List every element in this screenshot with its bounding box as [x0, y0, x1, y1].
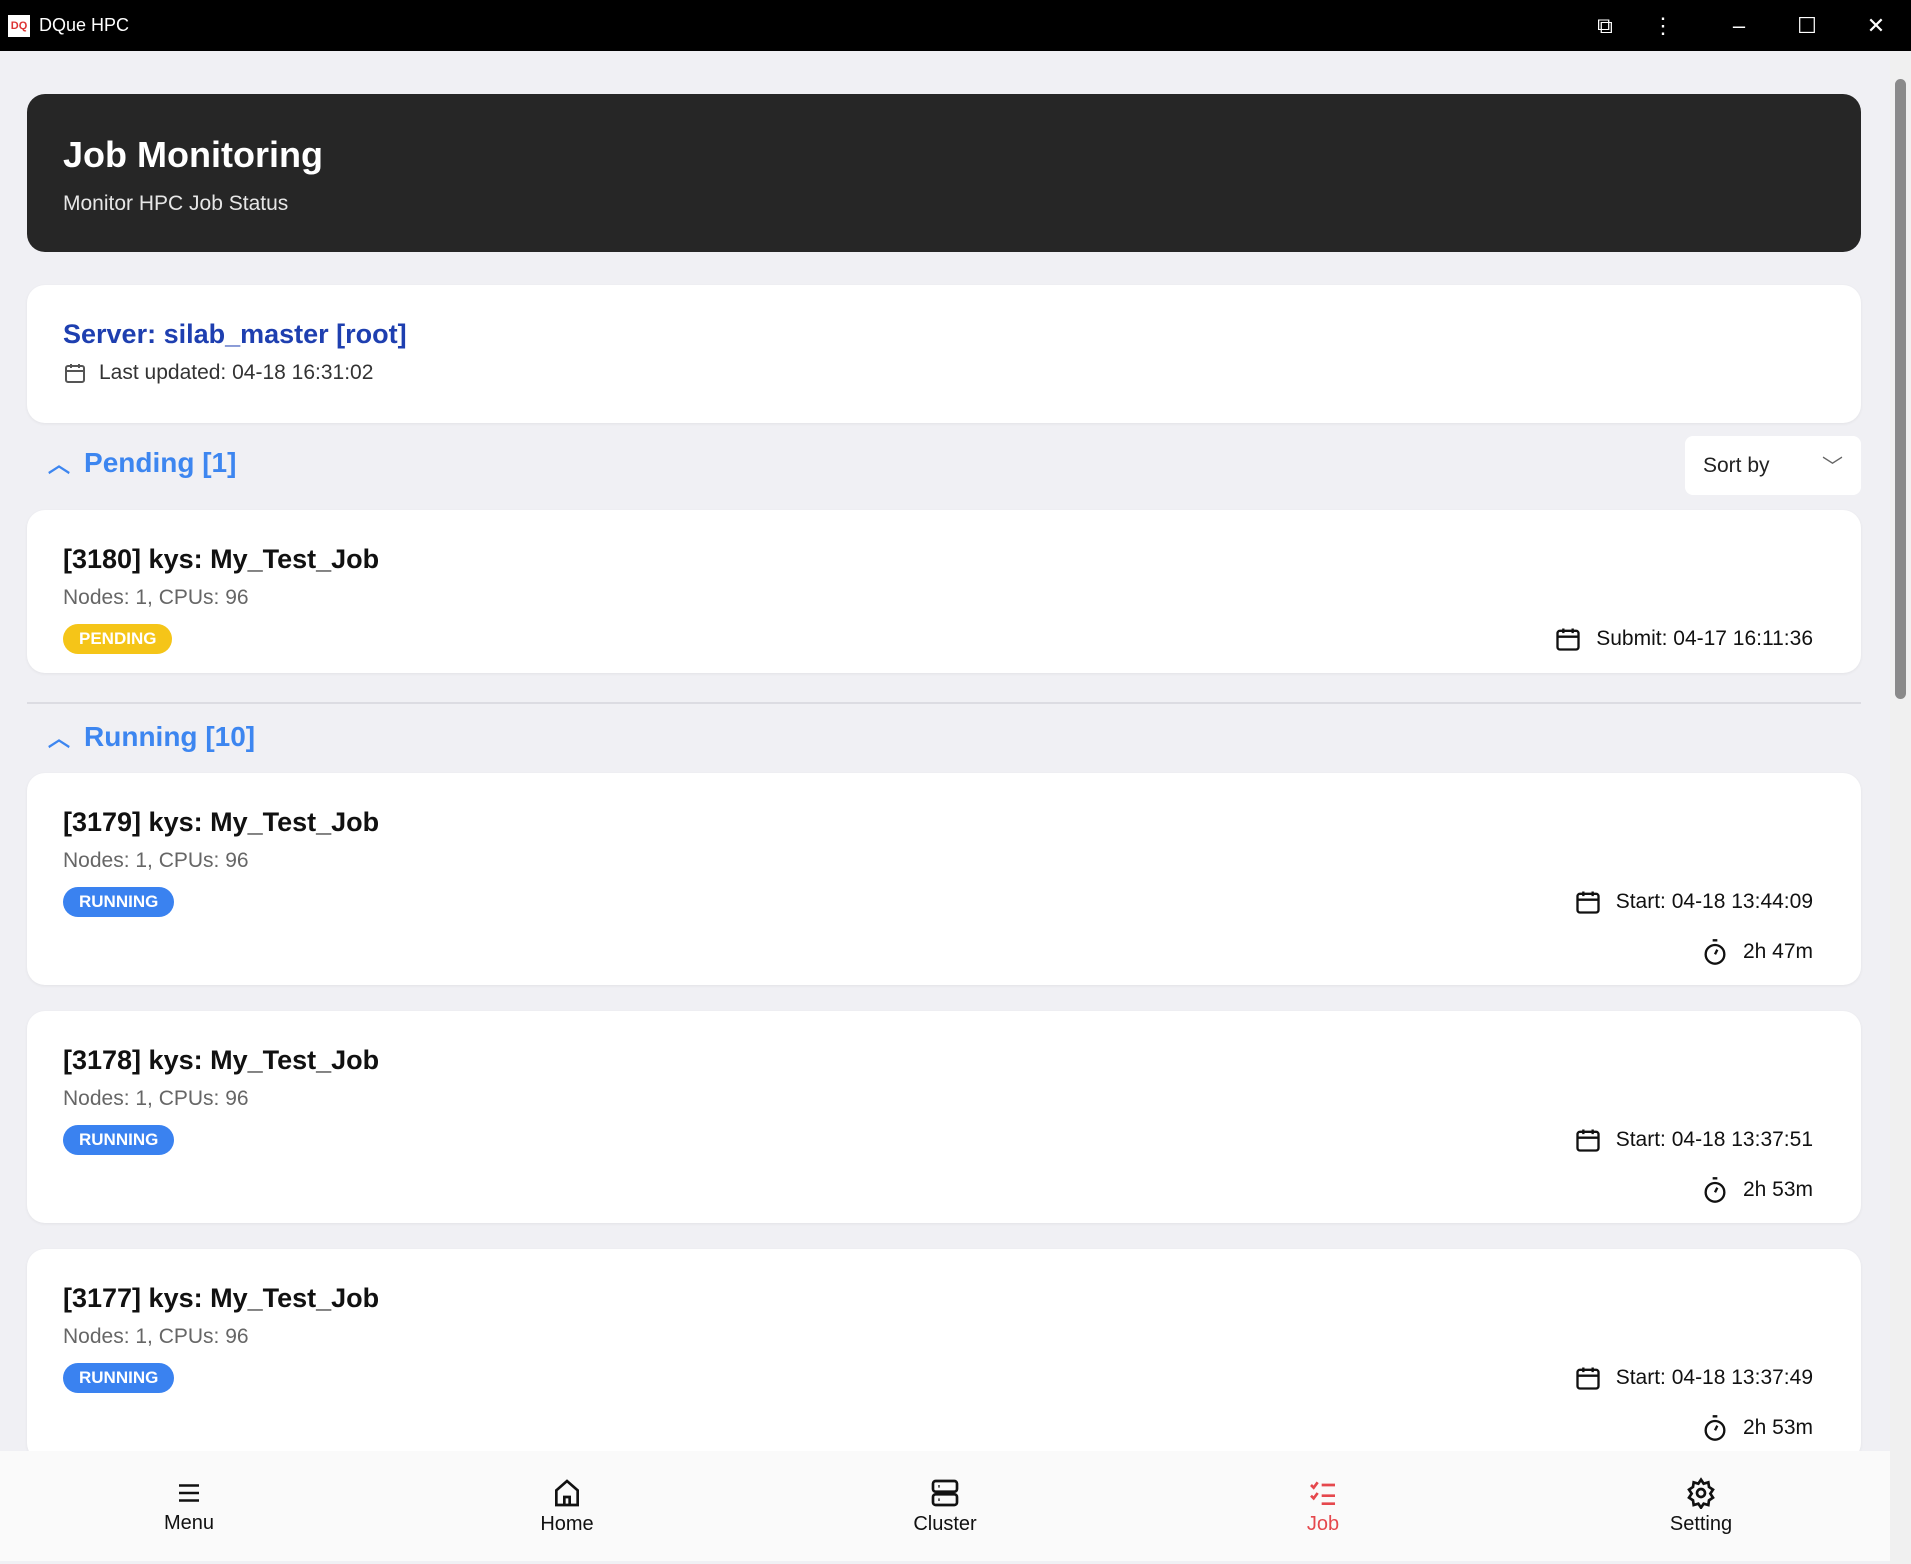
calendar-icon — [1574, 1126, 1602, 1154]
job-title: [3180] kys: My_Test_Job — [63, 544, 379, 575]
job-resources: Nodes: 1, CPUs: 96 — [63, 849, 249, 873]
status-badge: PENDING — [63, 624, 172, 654]
timer-icon — [1701, 1414, 1729, 1442]
more-icon[interactable]: ⋮ — [1638, 0, 1688, 51]
job-card[interactable]: [3179] kys: My_Test_Job Nodes: 1, CPUs: … — [27, 773, 1861, 985]
nav-menu[interactable]: Menu — [0, 1451, 378, 1561]
status-badge: RUNNING — [63, 1125, 174, 1155]
job-title: [3178] kys: My_Test_Job — [63, 1045, 379, 1076]
bottom-nav: Menu Home Cluster Job Setting — [0, 1451, 1890, 1561]
nav-cluster[interactable]: Cluster — [756, 1451, 1134, 1561]
maximize-button[interactable]: ☐ — [1782, 0, 1832, 51]
extension-icon[interactable]: ⧉ — [1580, 0, 1630, 51]
running-section-toggle[interactable]: ︿Running [10] — [48, 721, 255, 753]
job-title: [3179] kys: My_Test_Job — [63, 807, 379, 838]
calendar-icon — [1574, 1364, 1602, 1392]
job-resources: Nodes: 1, CPUs: 96 — [63, 1325, 249, 1349]
job-card[interactable]: [3178] kys: My_Test_Job Nodes: 1, CPUs: … — [27, 1011, 1861, 1223]
job-title: [3177] kys: My_Test_Job — [63, 1283, 379, 1314]
calendar-icon — [1554, 625, 1582, 653]
server-name: Server: silab_master [root] — [63, 319, 407, 350]
nav-setting[interactable]: Setting — [1512, 1451, 1890, 1561]
status-badge: RUNNING — [63, 1363, 174, 1393]
timer-icon — [1701, 938, 1729, 966]
scrollbar-thumb[interactable] — [1895, 79, 1906, 699]
title-bar: DQ DQue HPC ⧉ ⋮ – ☐ ✕ — [0, 0, 1911, 51]
checklist-icon — [1307, 1477, 1339, 1509]
close-button[interactable]: ✕ — [1851, 0, 1901, 51]
scrollbar[interactable] — [1890, 51, 1911, 1564]
submit-time: Submit: 04-17 16:11:36 — [1596, 627, 1813, 651]
menu-icon — [174, 1478, 204, 1508]
elapsed-time: 2h 53m — [1743, 1178, 1813, 1202]
elapsed-time: 2h 47m — [1743, 940, 1813, 964]
status-badge: RUNNING — [63, 887, 174, 917]
page-title: Job Monitoring — [63, 134, 323, 176]
server-icon — [929, 1477, 961, 1509]
timer-icon — [1701, 1176, 1729, 1204]
home-icon — [551, 1477, 583, 1509]
start-time: Start: 04-18 13:37:49 — [1616, 1366, 1813, 1390]
elapsed-time: 2h 53m — [1743, 1416, 1813, 1440]
sort-dropdown[interactable]: Sort by﹀ — [1685, 436, 1861, 495]
job-card[interactable]: [3177] kys: My_Test_Job Nodes: 1, CPUs: … — [27, 1249, 1861, 1451]
job-resources: Nodes: 1, CPUs: 96 — [63, 1087, 249, 1111]
calendar-icon — [1574, 888, 1602, 916]
chevron-up-icon: ︿ — [48, 721, 70, 753]
page-subtitle: Monitor HPC Job Status — [63, 192, 288, 216]
last-updated: Last updated: 04-18 16:31:02 — [99, 361, 373, 385]
pending-section-toggle[interactable]: ︿Pending [1] — [48, 447, 236, 479]
server-card: Server: silab_master [root] Last updated… — [27, 285, 1861, 423]
chevron-up-icon: ︿ — [48, 447, 70, 479]
gear-icon — [1685, 1477, 1717, 1509]
start-time: Start: 04-18 13:44:09 — [1616, 890, 1813, 914]
job-resources: Nodes: 1, CPUs: 96 — [63, 586, 249, 610]
page-header: Job Monitoring Monitor HPC Job Status — [27, 94, 1861, 252]
start-time: Start: 04-18 13:37:51 — [1616, 1128, 1813, 1152]
nav-home[interactable]: Home — [378, 1451, 756, 1561]
app-logo: DQ — [8, 15, 30, 37]
chevron-down-icon: ﹀ — [1822, 451, 1843, 481]
job-card[interactable]: [3180] kys: My_Test_Job Nodes: 1, CPUs: … — [27, 510, 1861, 673]
nav-job[interactable]: Job — [1134, 1451, 1512, 1561]
divider — [27, 702, 1861, 704]
minimize-button[interactable]: – — [1714, 0, 1764, 51]
calendar-icon — [63, 361, 87, 385]
app-title: DQue HPC — [39, 15, 129, 36]
